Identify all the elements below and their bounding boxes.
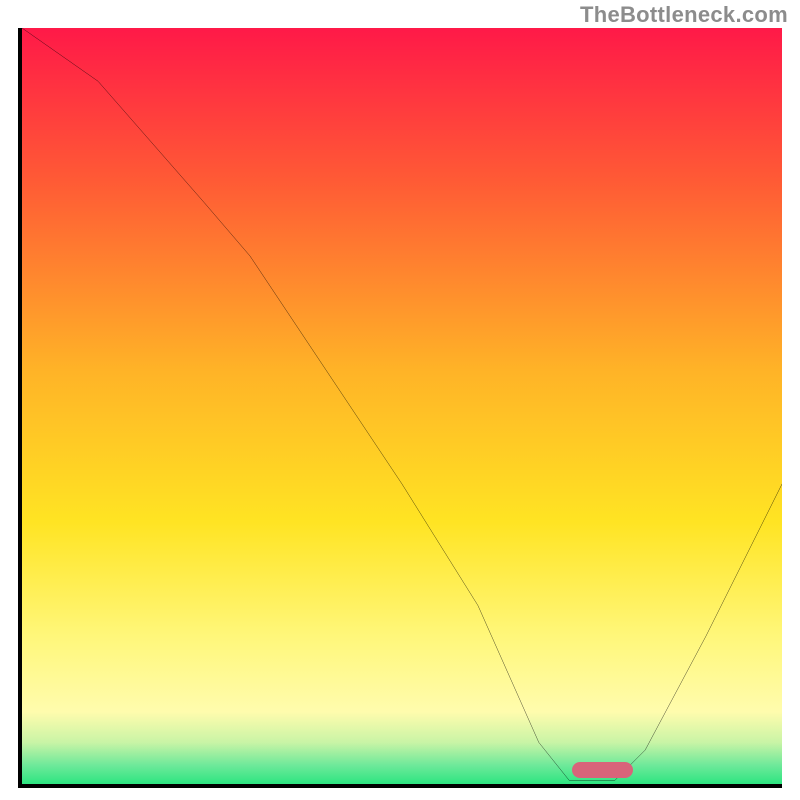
watermark-text: TheBottleneck.com xyxy=(580,2,788,28)
bottleneck-curve xyxy=(22,28,782,788)
plot-area xyxy=(18,28,782,788)
optimum-marker xyxy=(572,762,633,778)
chart-frame: TheBottleneck.com xyxy=(0,0,800,800)
